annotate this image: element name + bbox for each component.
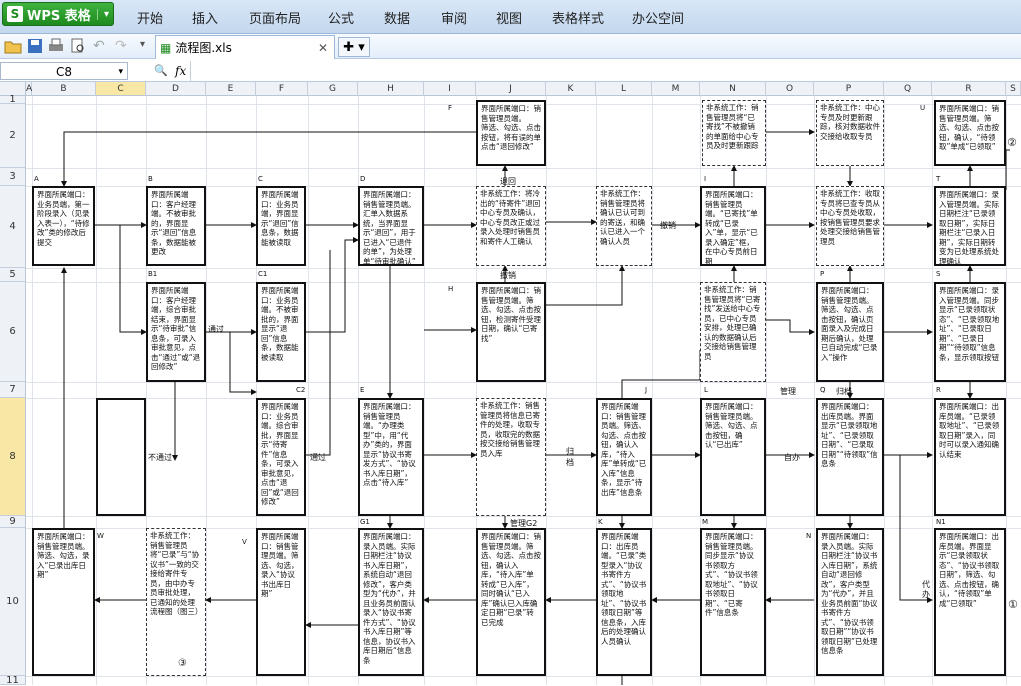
step-label: D <box>360 175 366 183</box>
step-label: P <box>820 270 825 278</box>
step-label: S <box>936 270 941 278</box>
step-label: B1 <box>148 270 158 278</box>
step-label: L <box>704 386 708 394</box>
flow-box[interactable]: 界面所属端口：业务员端。综合审批，界面显示“待寄件”信息条，可录入审批意见，点击… <box>256 398 306 516</box>
flow-box[interactable]: 界面所属端口：销售管理员端。同步显示“协议书领取方式”、“协议书领取地址”、“协… <box>700 528 766 676</box>
step-label: C1 <box>258 270 268 278</box>
flow-box[interactable]: 界面所属端口：业务员端，界面显示“退回”信息条，数据能被读取 <box>256 186 306 266</box>
arrow-label: 撤销 <box>500 271 516 280</box>
flow-box[interactable]: 界面所属端口：销售管理员端。筛选、勾选、点击按钮，确认入库，“待入库”单转成“已… <box>596 398 652 516</box>
step-label: R <box>936 386 941 394</box>
flow-box[interactable]: 非系统工作：销售管理员将“已寄找”不被撤销的单面给中心专员及时更新跟踪 <box>702 100 766 166</box>
step-label: U <box>920 104 926 112</box>
flow-box[interactable]: 非系统工作：中心专员及时更新跟踪，核对数据收件交接给收取专员 <box>816 100 884 166</box>
flow-box[interactable]: 界面所属端口：录入员端。实际日期栏注“协议书入库日期”，系统自动“退回修改”，客… <box>816 528 884 676</box>
arrow-label: 通过 <box>310 453 326 462</box>
step-label: H <box>448 285 454 293</box>
step-label: T <box>936 175 941 183</box>
flow-box[interactable]: 界面所属端口：销售管理员端。筛选、勾选、点击按钮，检测寄件受理日期，确认“已寄找… <box>476 282 546 382</box>
arrow-label: 归档 <box>566 447 574 467</box>
flow-box[interactable]: 非系统工作：销售管理员将“已寄找”发送给中心专员，已中心专员安排，处理已确认的数… <box>700 282 766 382</box>
flow-box[interactable]: 界面所属端口：业务员端。不被审批的，界面显示“退回”信息条，数据能被读取 <box>256 282 306 382</box>
flow-box[interactable]: 界面所属端口：销售管理员端。“已寄找”单转成“已录入”单，显示“已录入确定”框，… <box>700 186 766 266</box>
flow-box[interactable]: 界面所属端口：出库员端。界面显示“已录领取地址”、“已录领取日期”、“已录取日期… <box>816 398 884 516</box>
connector-marker: ③ <box>178 658 187 669</box>
arrow-label: 管理G2 <box>510 519 538 528</box>
flow-box[interactable]: 非系统工作：销售管理员将确认已认可到的寄送，和确认已进入一个确认人员 <box>596 186 652 266</box>
selected-cell[interactable] <box>96 398 146 516</box>
step-label: N1 <box>936 518 946 526</box>
flow-box[interactable]: 非系统工作：将冷出的“待寄件”退回中心专员及确认，中心专员改正或过录入处理时销售… <box>476 186 546 266</box>
flow-box[interactable]: 界面所属端口：录入管理员端。实际日期栏注“已录领取日期”，实际日期栏注“已录入日… <box>934 186 1006 266</box>
flow-box[interactable]: 界面所属端口：销售管理员端。筛选、勾选、点击按钮，确认“已出库” <box>700 398 766 516</box>
arrow-label: 自办 <box>784 453 800 462</box>
step-label: C <box>258 175 263 183</box>
flow-box[interactable]: 非系统工作：销售管理员将信息已寄件的处理，收取专员，收取完的数据按交接给销售管理… <box>476 398 546 516</box>
step-label: K <box>598 518 603 526</box>
flow-box[interactable]: 非系统工作：收取专员将已查专员从中心专员处收取，按销售管理员要求处理交接给销售管… <box>816 186 884 266</box>
step-label: A <box>34 175 39 183</box>
flow-box[interactable]: 界面所属端口：客户经理端，综合审批结束，界面显示“待审批”信息条，可录入审批意见… <box>146 282 206 382</box>
arrow-label: 通过 <box>208 325 224 334</box>
arrow-label: 归档 <box>836 387 852 396</box>
flow-box[interactable]: 界面所属端口：出库员端。界面显示“已录领取状态”、“协议书领取日期”，筛选、勾选… <box>934 528 1006 676</box>
step-label: M <box>702 518 709 526</box>
step-label: W <box>97 532 104 540</box>
flow-box[interactable]: 非系统工作：销售管理员将“已录”与“协议书”一致的交接给寄件专员，由中办专员审批… <box>146 528 206 676</box>
step-label: Q <box>820 386 826 394</box>
flow-box[interactable]: 界面所属端口：业务员端，第一阶段录入（见录入表一），“待修改”类的修改后提交 <box>32 186 95 266</box>
flow-box[interactable]: 界面所属端口：销售管理员端。 筛选、勾选、点击按钮，将有误的单点击“退回修改” <box>476 100 546 166</box>
connector-marker: ① <box>1008 598 1018 611</box>
flow-box[interactable]: 界面所属端口：销售管理员端。筛选、勾选、点击按钮，确认页面录入及完成日期后确认，… <box>816 282 884 382</box>
step-label: C2 <box>296 386 306 394</box>
flow-box[interactable]: 界面所属端口：销售管理员端。筛选、勾选，录入“已录出库日期” <box>32 528 95 676</box>
flow-box[interactable]: 界面所属端口：录入员端。实际日期栏注“协议书入库日期”，系统自动“退回修改”，客… <box>358 528 424 676</box>
flow-box[interactable]: 界面所属端口：销售管理员端。筛选、勾选、点击按钮，确认，“待领取”单成“已领取” <box>934 100 1006 166</box>
step-label: B <box>148 175 153 183</box>
flow-box[interactable]: 界面所属端口：销售管理员端。汇单入数据系统，当界面显示“退回”，用于已进入“已退… <box>358 186 424 266</box>
flow-box[interactable]: 界面所属端口：销售管理员端。筛选、勾选、点击按钮，确认入库，“待入库”单转成“已… <box>476 528 546 676</box>
flow-box[interactable]: 界面所属端口：出库员端。“已录”类型录入“协议书寄件方式”、“协议书领取地址”、… <box>596 528 652 676</box>
step-label: F <box>448 104 453 112</box>
connector-marker: ② <box>1007 136 1017 149</box>
arrow-label: 代办 <box>922 580 930 599</box>
arrow-label: 退回 <box>500 177 516 186</box>
arrow-label: 撤销 <box>660 221 676 230</box>
flow-box[interactable]: 界面所属端口：客户经理端。不被审批的，界面显示“退回”信息条，数据能被更改 <box>146 186 206 266</box>
step-label: N <box>806 532 812 540</box>
step-label: E <box>360 386 365 394</box>
flow-box[interactable]: 界面所属端口：录入管理员端。同步显示“已录领取状态”、“已录领取地址”、“已录取… <box>934 282 1006 382</box>
step-label: G1 <box>360 518 370 526</box>
step-label: V <box>242 538 247 546</box>
step-label: J <box>645 386 648 394</box>
arrow-label: 管理 <box>780 387 796 396</box>
flow-box[interactable]: 界面所属端口：销售管理员端。“办理类型”中，用“代办”类的，界面显示“协议书寄发… <box>358 398 424 516</box>
arrow-label: 不通过 <box>148 453 172 462</box>
step-label: I <box>704 175 707 183</box>
flow-box[interactable]: 界面所属端口：销售管理员端。筛选、勾选，录入“协议书出库日期” <box>256 528 306 676</box>
flow-box[interactable]: 界面所属端口：出库员端。“已录领取地址”、“已录领取日期”录入，同时可以录入通知… <box>934 398 1006 516</box>
